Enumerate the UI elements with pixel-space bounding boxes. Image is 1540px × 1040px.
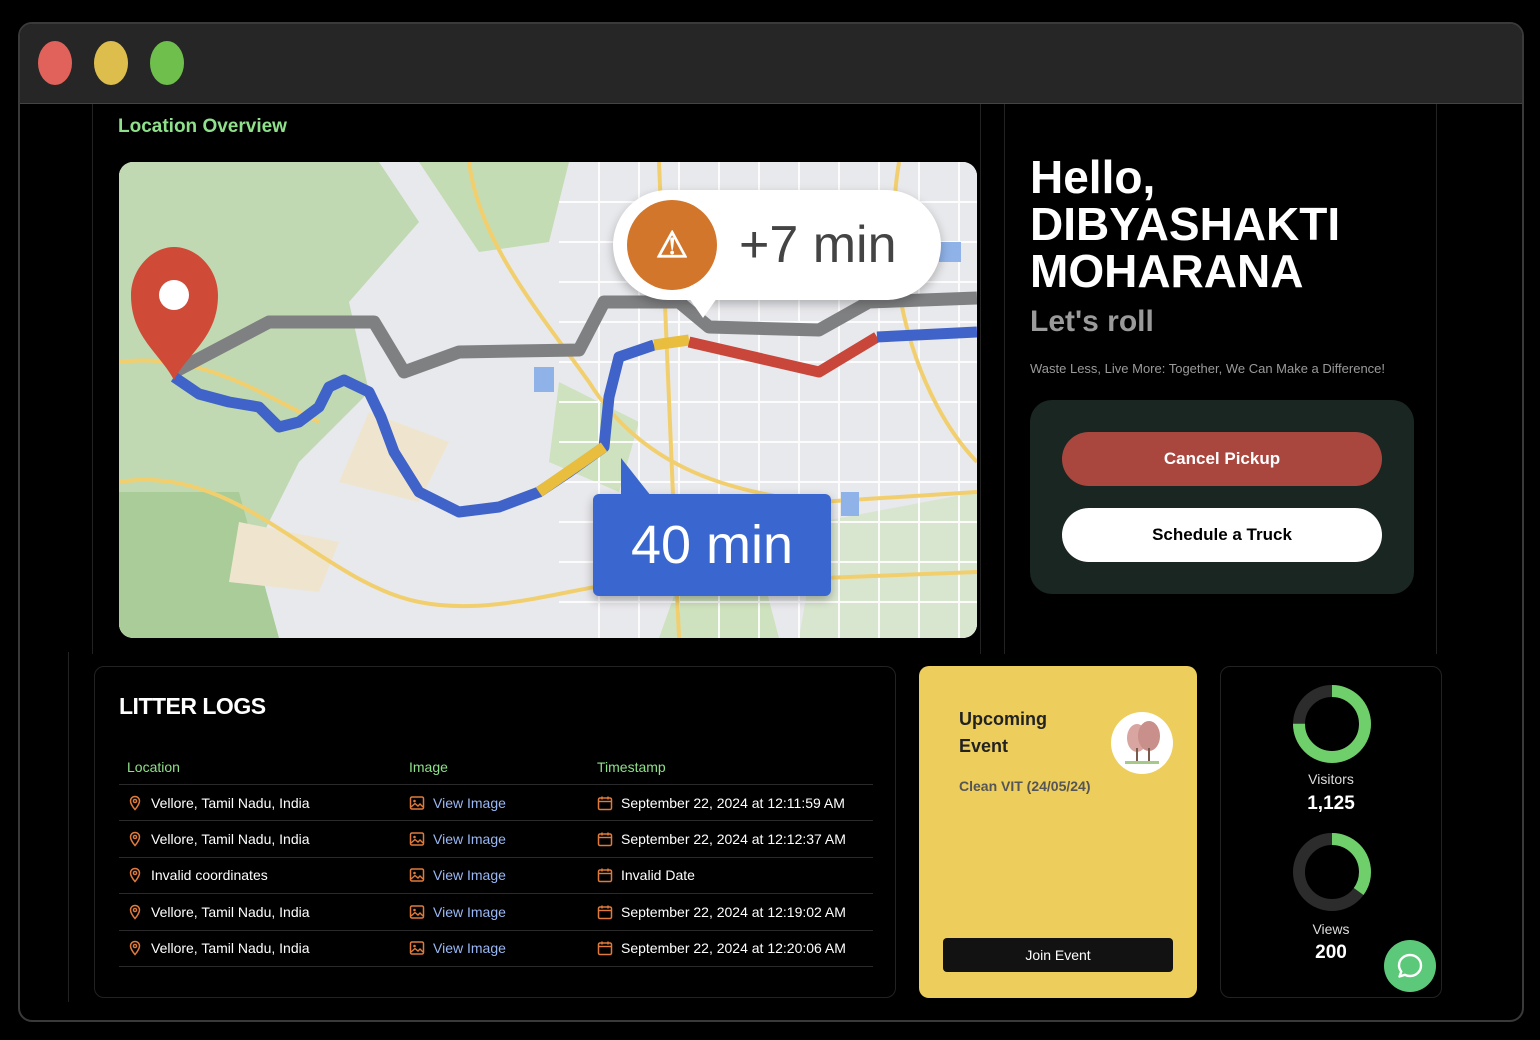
view-image-link[interactable]: View Image xyxy=(433,831,506,847)
calendar-icon xyxy=(597,831,621,847)
location-text: Vellore, Tamil Nadu, India xyxy=(151,903,310,920)
image-cell[interactable]: View Image xyxy=(409,858,506,893)
location-cell: Vellore, Tamil Nadu, India xyxy=(127,894,310,929)
map-pin-icon xyxy=(127,867,151,884)
maximize-window-button[interactable] xyxy=(150,41,184,85)
view-image-link[interactable]: View Image xyxy=(433,867,506,883)
views-label: Views xyxy=(1312,921,1350,937)
table-row: Vellore, Tamil Nadu, India View Image Sept… xyxy=(119,821,873,858)
timestamp-cell: September 22, 2024 at 12:11:59 AM xyxy=(597,785,845,820)
table-row: Vellore, Tamil Nadu, India View Image Sept… xyxy=(119,894,873,931)
calendar-icon xyxy=(597,940,621,956)
litter-logs-table: Location Image Timestamp Vellore, Tamil … xyxy=(119,749,873,967)
location-text: Vellore, Tamil Nadu, India xyxy=(151,794,310,811)
image-icon xyxy=(409,904,433,920)
tagline: Waste Less, Live More: Together, We Can … xyxy=(1030,361,1386,376)
image-cell[interactable]: View Image xyxy=(409,821,506,856)
image-icon xyxy=(409,867,433,883)
location-cell: Vellore, Tamil Nadu, India xyxy=(127,821,310,856)
timestamp-cell: September 22, 2024 at 12:20:06 AM xyxy=(597,931,846,966)
location-overview-title: Location Overview xyxy=(118,116,287,137)
greeting-subtitle: Let's roll xyxy=(1030,305,1154,338)
map-pin-icon xyxy=(127,904,151,920)
timestamp-text: September 22, 2024 at 12:20:06 AM xyxy=(621,940,846,957)
image-cell[interactable]: View Image xyxy=(409,931,506,966)
timestamp-cell: September 22, 2024 at 12:19:02 AM xyxy=(597,894,846,929)
route-map[interactable]: ⚠ +7 min 40 min xyxy=(119,162,977,638)
chat-icon xyxy=(1397,953,1423,978)
event-title: Upcoming Event xyxy=(959,709,1047,756)
image-cell[interactable]: View Image xyxy=(409,785,506,820)
location-text: Vellore, Tamil Nadu, India xyxy=(151,940,310,957)
close-window-button[interactable] xyxy=(38,41,72,85)
timestamp-cell: September 22, 2024 at 12:12:37 AM xyxy=(597,821,846,856)
divider xyxy=(1436,104,1437,654)
view-image-link[interactable]: View Image xyxy=(433,795,506,811)
visitors-ring xyxy=(1293,685,1371,763)
image-icon xyxy=(409,795,433,811)
image-icon xyxy=(409,831,433,847)
timestamp-text: September 22, 2024 at 12:12:37 AM xyxy=(621,831,846,848)
app-window: Location Overview ⚠ +7 min 40 min Hello,… xyxy=(18,22,1524,1022)
schedule-truck-button[interactable]: Schedule a Truck xyxy=(1062,508,1382,562)
timestamp-text: September 22, 2024 at 12:11:59 AM xyxy=(621,794,845,811)
divider xyxy=(980,104,981,654)
visitors-label: Visitors xyxy=(1308,771,1354,787)
calendar-icon xyxy=(597,795,621,811)
delay-badge: ⚠ +7 min xyxy=(613,190,941,318)
timestamp-text: September 22, 2024 at 12:19:02 AM xyxy=(621,903,846,920)
map-pin-icon xyxy=(127,831,151,847)
timestamp-text: Invalid Date xyxy=(621,867,695,884)
litter-logs-title: LITTER LOGS xyxy=(119,693,266,719)
title-bar xyxy=(20,24,1522,104)
table-row: Vellore, Tamil Nadu, India View Image Sept… xyxy=(119,785,873,822)
eta-badge: 40 min xyxy=(593,458,831,596)
divider xyxy=(1004,104,1005,654)
map-pin-icon xyxy=(127,940,151,956)
chat-button[interactable] xyxy=(1384,940,1436,992)
calendar-icon xyxy=(597,904,621,920)
table-row: Vellore, Tamil Nadu, India View Image Sept… xyxy=(119,931,873,967)
image-icon xyxy=(409,940,433,956)
greeting-heading: Hello, DIBYASHAKTI MOHARANA xyxy=(1030,151,1341,297)
view-image-link[interactable]: View Image xyxy=(433,904,506,920)
column-header-location: Location xyxy=(127,758,180,775)
table-header: Location Image Timestamp xyxy=(119,749,873,785)
location-cell: Vellore, Tamil Nadu, India xyxy=(127,785,310,820)
minimize-window-button[interactable] xyxy=(94,41,128,85)
location-cell: Invalid coordinates xyxy=(127,858,268,893)
upcoming-event-card: Upcoming Event Clean VIT (24/05/24) Join… xyxy=(919,666,1197,998)
location-text: Vellore, Tamil Nadu, India xyxy=(151,831,310,848)
column-header-image: Image xyxy=(409,758,448,775)
tree-icon xyxy=(1111,712,1173,774)
pickup-actions-card: Cancel Pickup Schedule a Truck xyxy=(1030,400,1414,594)
column-header-timestamp: Timestamp xyxy=(597,758,666,775)
visitors-value: 1,125 xyxy=(1307,793,1355,814)
view-image-link[interactable]: View Image xyxy=(433,940,506,956)
event-name: Clean VIT (24/05/24) xyxy=(959,778,1091,794)
image-cell[interactable]: View Image xyxy=(409,894,506,929)
table-row: Invalid coordinates View Image Invalid Dat… xyxy=(119,858,873,895)
join-event-button[interactable]: Join Event xyxy=(943,938,1173,972)
divider xyxy=(68,652,69,1002)
greeting: Hello, DIBYASHAKTI MOHARANA Let's roll W… xyxy=(1030,151,1430,377)
divider xyxy=(92,104,93,654)
traffic-car-icon: ⚠ xyxy=(627,200,717,290)
location-text: Invalid coordinates xyxy=(151,867,268,884)
timestamp-cell: Invalid Date xyxy=(597,858,695,893)
map-pin-icon xyxy=(127,795,151,811)
cancel-pickup-button[interactable]: Cancel Pickup xyxy=(1062,432,1382,486)
calendar-icon xyxy=(597,867,621,883)
litter-logs-panel: LITTER LOGS Location Image Timestamp Vel… xyxy=(94,666,896,998)
location-cell: Vellore, Tamil Nadu, India xyxy=(127,931,310,966)
views-ring xyxy=(1293,833,1371,911)
